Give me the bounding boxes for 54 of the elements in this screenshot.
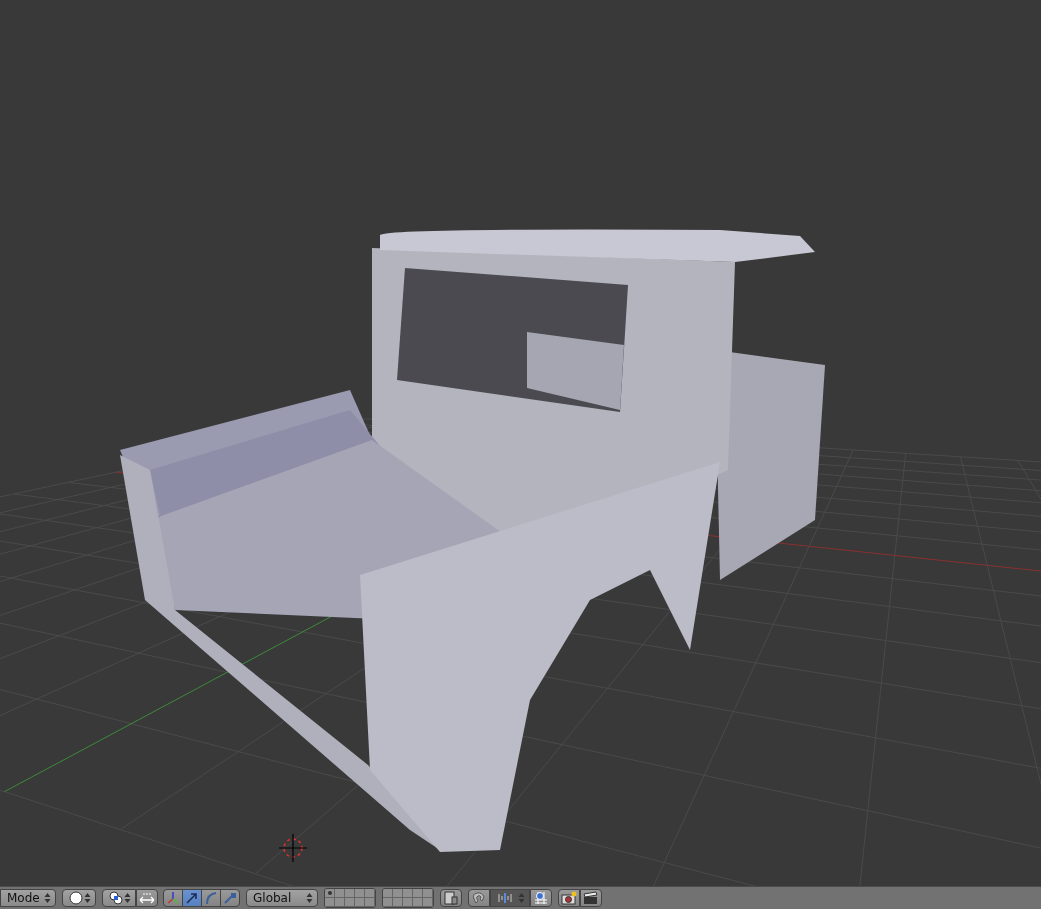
updown-arrows-icon — [124, 892, 131, 904]
double-arrow-icon — [139, 892, 155, 904]
scale-handle-icon — [223, 891, 237, 905]
lock-icon — [444, 891, 458, 905]
layer-button[interactable] — [413, 898, 423, 907]
pivot-icon — [109, 891, 123, 905]
manipulator-toggle-button[interactable] — [136, 889, 158, 907]
layer-button[interactable] — [325, 898, 335, 907]
layer-button[interactable] — [335, 898, 345, 907]
layer-button[interactable] — [355, 898, 365, 907]
updown-arrows-icon — [518, 892, 525, 904]
layer-button[interactable] — [403, 889, 413, 898]
manipulator-button[interactable] — [220, 889, 240, 907]
layer-button[interactable] — [345, 889, 355, 898]
orientation-menu[interactable]: Global — [246, 889, 318, 907]
snap-target-button[interactable] — [530, 889, 552, 907]
layer-button[interactable] — [365, 898, 375, 907]
layer-button[interactable] — [355, 889, 365, 898]
3d-cursor-icon — [278, 833, 308, 863]
layer-button[interactable] — [393, 889, 403, 898]
layer-button[interactable] — [365, 889, 375, 898]
layer-button[interactable] — [393, 898, 403, 907]
layer-button[interactable] — [413, 889, 423, 898]
layer-button[interactable] — [423, 889, 433, 898]
layer-button[interactable] — [383, 898, 393, 907]
render-animation-button[interactable] — [580, 889, 602, 907]
layer-button[interactable] — [403, 898, 413, 907]
axes-icon — [166, 891, 180, 905]
magnet-icon — [472, 891, 486, 905]
render-image-button[interactable] — [558, 889, 580, 907]
layer-dot-icon — [327, 891, 332, 895]
camera-icon — [561, 891, 577, 905]
layer-button[interactable] — [335, 889, 345, 898]
updown-arrows-icon — [44, 892, 51, 904]
snap-button[interactable] — [468, 889, 490, 907]
snap-increment-icon — [497, 892, 513, 904]
lock-layers-button[interactable] — [440, 889, 462, 907]
updown-arrows-icon — [84, 892, 91, 904]
sphere-icon — [69, 891, 83, 905]
pivot-menu[interactable] — [102, 889, 136, 907]
snap-element-menu[interactable] — [490, 889, 530, 907]
mode-menu[interactable]: Mode — [0, 889, 56, 907]
snap-grid-icon — [534, 891, 548, 905]
manipulator-button[interactable] — [182, 889, 202, 907]
arrow-icon — [185, 891, 199, 905]
arc-icon — [204, 891, 218, 905]
updown-arrows-icon — [306, 892, 313, 904]
shading-menu[interactable] — [62, 889, 96, 907]
manipulator-button[interactable] — [201, 889, 221, 907]
layer-button[interactable] — [345, 898, 355, 907]
layer-button[interactable] — [423, 898, 433, 907]
clapperboard-icon — [583, 891, 599, 905]
manipulator-button[interactable] — [163, 889, 183, 907]
layer-button[interactable] — [383, 889, 393, 898]
